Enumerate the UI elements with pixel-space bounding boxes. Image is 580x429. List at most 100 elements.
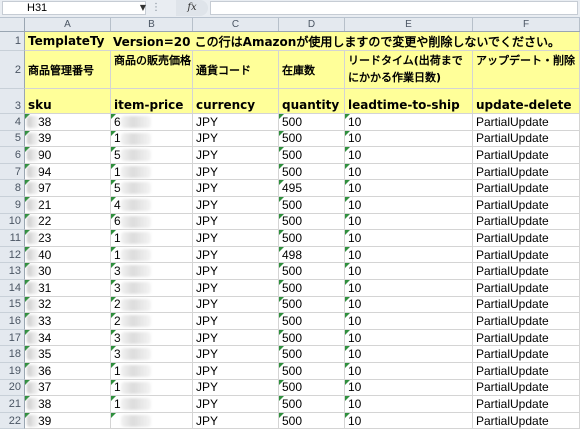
currency-cell[interactable]: JPY <box>193 412 279 429</box>
update-delete-cell[interactable]: PartialUpdate <box>473 412 580 429</box>
header-leadtime-to-ship[interactable]: leadtime-to-ship <box>345 89 473 114</box>
header-jp-price[interactable]: 商品の販売価格 <box>111 51 193 89</box>
currency-cell[interactable]: JPY <box>193 280 279 297</box>
sku-cell[interactable]: 38 <box>25 114 111 131</box>
quantity-cell[interactable]: 500 <box>279 412 345 429</box>
quantity-cell[interactable]: 500 <box>279 329 345 347</box>
leadtime-cell[interactable]: 10 <box>345 363 473 380</box>
column-header-d[interactable]: D <box>279 18 345 31</box>
leadtime-cell[interactable]: 10 <box>345 197 473 214</box>
row-number[interactable]: 3 <box>0 89 25 114</box>
leadtime-cell[interactable]: 10 <box>345 379 473 397</box>
quantity-cell[interactable]: 500 <box>279 213 345 231</box>
splitter-dots-icon[interactable]: ⋮ <box>151 2 161 14</box>
header-update-delete[interactable]: update-delete <box>473 89 580 114</box>
row-number[interactable]: 6 <box>0 147 25 164</box>
sku-cell[interactable]: 21 <box>25 197 111 214</box>
quantity-cell[interactable]: 500 <box>279 379 345 397</box>
leadtime-cell[interactable]: 10 <box>345 180 473 197</box>
item-price-cell[interactable]: 3 <box>111 329 193 347</box>
item-price-cell[interactable]: 1 <box>111 230 193 247</box>
quantity-cell[interactable]: 500 <box>279 346 345 363</box>
chevron-down-icon[interactable]: ▼ <box>138 1 148 15</box>
currency-cell[interactable]: JPY <box>193 346 279 363</box>
row-number[interactable]: 7 <box>0 163 25 181</box>
sku-cell[interactable]: 32 <box>25 296 111 314</box>
update-delete-cell[interactable]: PartialUpdate <box>473 230 580 247</box>
update-delete-cell[interactable]: PartialUpdate <box>473 280 580 297</box>
item-price-cell[interactable]: 1 <box>111 396 193 413</box>
sku-cell[interactable]: 35 <box>25 346 111 363</box>
currency-cell[interactable]: JPY <box>193 363 279 380</box>
currency-cell[interactable]: JPY <box>193 197 279 214</box>
formula-input[interactable] <box>210 1 578 15</box>
header-jp-quantity[interactable]: 在庫数 <box>279 51 345 89</box>
currency-cell[interactable]: JPY <box>193 213 279 231</box>
leadtime-cell[interactable]: 10 <box>345 114 473 131</box>
header-item-price[interactable]: item-price <box>111 89 193 114</box>
sku-cell[interactable]: 34 <box>25 329 111 347</box>
sku-cell[interactable]: 33 <box>25 313 111 330</box>
leadtime-cell[interactable]: 10 <box>345 213 473 231</box>
update-delete-cell[interactable]: PartialUpdate <box>473 163 580 181</box>
item-price-cell[interactable]: 1 <box>111 363 193 380</box>
item-price-cell[interactable]: 6 <box>111 213 193 231</box>
leadtime-cell[interactable]: 10 <box>345 147 473 164</box>
update-delete-cell[interactable]: PartialUpdate <box>473 379 580 397</box>
sku-cell[interactable]: 36 <box>25 363 111 380</box>
header-jp-update-delete[interactable]: アップデート・削除 <box>473 51 580 89</box>
currency-cell[interactable]: JPY <box>193 263 279 280</box>
sku-cell[interactable]: 97 <box>25 180 111 197</box>
sku-cell[interactable]: 23 <box>25 230 111 247</box>
leadtime-cell[interactable]: 10 <box>345 280 473 297</box>
sku-cell[interactable]: 38 <box>25 396 111 413</box>
quantity-cell[interactable]: 500 <box>279 296 345 314</box>
header-quantity[interactable]: quantity <box>279 89 345 114</box>
quantity-cell[interactable]: 500 <box>279 197 345 214</box>
currency-cell[interactable]: JPY <box>193 246 279 264</box>
quantity-cell[interactable]: 500 <box>279 363 345 380</box>
row-number[interactable]: 18 <box>0 346 25 363</box>
quantity-cell[interactable]: 500 <box>279 280 345 297</box>
sku-cell[interactable]: 90 <box>25 147 111 164</box>
update-delete-cell[interactable]: PartialUpdate <box>473 296 580 314</box>
update-delete-cell[interactable]: PartialUpdate <box>473 346 580 363</box>
header-sku[interactable]: sku <box>25 89 111 114</box>
row-number[interactable]: 11 <box>0 230 25 247</box>
row-number[interactable]: 10 <box>0 213 25 231</box>
update-delete-cell[interactable]: PartialUpdate <box>473 180 580 197</box>
update-delete-cell[interactable]: PartialUpdate <box>473 313 580 330</box>
row-number[interactable]: 20 <box>0 379 25 397</box>
item-price-cell[interactable]: 3 <box>111 263 193 280</box>
item-price-cell[interactable]: 2 <box>111 296 193 314</box>
currency-cell[interactable]: JPY <box>193 313 279 330</box>
insert-function-button[interactable]: fx <box>176 0 208 16</box>
update-delete-cell[interactable]: PartialUpdate <box>473 197 580 214</box>
sku-cell[interactable]: 94 <box>25 163 111 181</box>
update-delete-cell[interactable]: PartialUpdate <box>473 263 580 280</box>
column-header-b[interactable]: B <box>111 18 193 31</box>
currency-cell[interactable]: JPY <box>193 163 279 181</box>
currency-cell[interactable]: JPY <box>193 130 279 148</box>
row-number[interactable]: 13 <box>0 263 25 280</box>
row-number[interactable]: 14 <box>0 280 25 297</box>
header-jp-sku[interactable]: 商品管理番号 <box>25 51 111 89</box>
row-number[interactable]: 9 <box>0 197 25 214</box>
leadtime-cell[interactable]: 10 <box>345 313 473 330</box>
leadtime-cell[interactable]: 10 <box>345 346 473 363</box>
item-price-cell[interactable]: 5 <box>111 180 193 197</box>
sku-cell[interactable]: 39 <box>25 130 111 148</box>
row-number[interactable]: 16 <box>0 313 25 330</box>
leadtime-cell[interactable]: 10 <box>345 263 473 280</box>
currency-cell[interactable]: JPY <box>193 180 279 197</box>
leadtime-cell[interactable]: 10 <box>345 412 473 429</box>
item-price-cell[interactable]: 4 <box>111 197 193 214</box>
item-price-cell[interactable]: 3 <box>111 280 193 297</box>
row-number[interactable]: 21 <box>0 396 25 413</box>
item-price-cell[interactable]: 6 <box>111 114 193 131</box>
leadtime-cell[interactable]: 10 <box>345 329 473 347</box>
quantity-cell[interactable]: 500 <box>279 263 345 280</box>
row-number[interactable]: 22 <box>0 412 25 429</box>
update-delete-cell[interactable]: PartialUpdate <box>473 130 580 148</box>
item-price-cell[interactable]: 1 <box>111 163 193 181</box>
